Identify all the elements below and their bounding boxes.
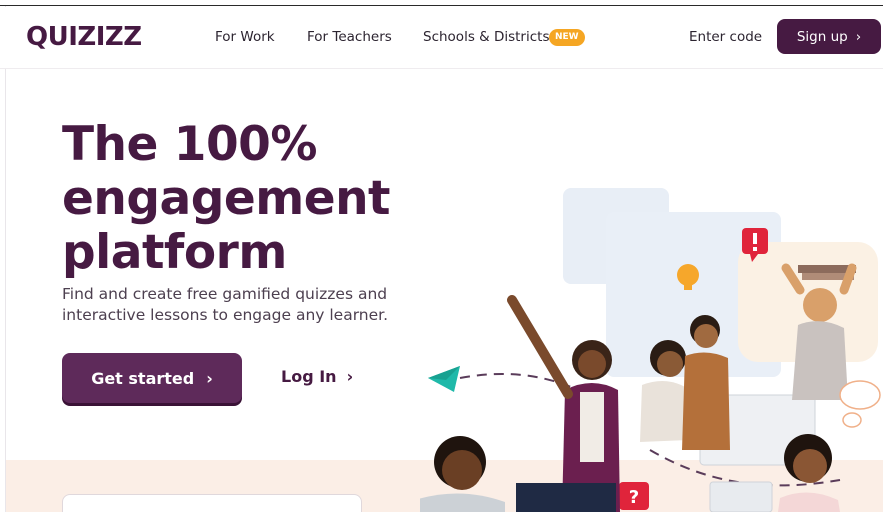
- chevron-right-icon: ›: [346, 367, 354, 386]
- enter-code-link[interactable]: Enter code: [689, 29, 762, 45]
- nav-for-teachers[interactable]: For Teachers: [307, 29, 392, 45]
- student-figure: [507, 295, 620, 512]
- chevron-right-icon: ›: [206, 368, 213, 388]
- svg-text:?: ?: [629, 487, 639, 508]
- question-bubble-icon: ?: [619, 482, 649, 510]
- hero-subtitle-line: interactive lessons to engage any learne…: [62, 306, 389, 324]
- hero-illustration: ?: [420, 188, 881, 512]
- sign-up-button[interactable]: Sign up ›: [777, 19, 881, 54]
- laptop: [709, 481, 773, 512]
- hero-subtitle-line: Find and create free gamified quizzes an…: [62, 285, 388, 303]
- nav-schools-districts[interactable]: Schools & Districts: [423, 29, 549, 45]
- chevron-right-icon: ›: [855, 28, 862, 45]
- hero-subtitle: Find and create free gamified quizzes an…: [62, 284, 432, 326]
- cloud-doodle: [839, 380, 881, 428]
- new-badge: NEW: [549, 29, 585, 46]
- quizizz-logo[interactable]: QUIZIZZ: [26, 22, 142, 52]
- student-figure: [420, 436, 505, 512]
- log-in-link[interactable]: Log In ›: [281, 367, 353, 386]
- top-nav: QUIZIZZ For Work For Teachers Schools & …: [0, 7, 883, 69]
- paper-plane-icon: [428, 366, 460, 392]
- hero-title-line: engagement: [62, 171, 391, 226]
- get-started-button[interactable]: Get started ›: [62, 353, 242, 403]
- hero-title: The 100% engagement platform: [62, 118, 442, 280]
- hero-title-line: The 100%: [62, 117, 317, 172]
- log-in-label: Log In: [281, 367, 337, 386]
- sign-up-label: Sign up: [796, 28, 848, 45]
- window-top-edge: [0, 0, 883, 6]
- get-started-label: Get started: [91, 368, 195, 388]
- bottom-card: [62, 494, 362, 512]
- hero-title-line: platform: [62, 225, 287, 280]
- nav-for-work[interactable]: For Work: [215, 29, 275, 45]
- window-left-edge: [5, 6, 6, 512]
